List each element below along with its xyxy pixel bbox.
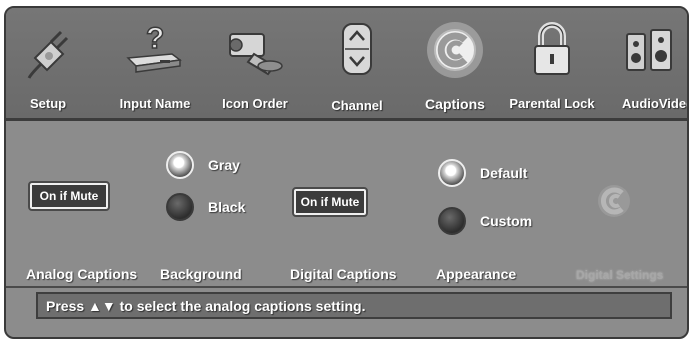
menu-item-captions[interactable]: Captions [410, 16, 500, 116]
digital-captions-button[interactable]: On if Mute [292, 187, 368, 217]
appearance-option-default[interactable]: Default [438, 159, 527, 187]
background-label: Background [160, 266, 242, 282]
speaker-icon [621, 20, 677, 85]
digital-settings-icon [594, 181, 634, 226]
lock-icon [527, 20, 577, 85]
digital-captions-label: Digital Captions [290, 266, 397, 282]
appearance-label: Appearance [436, 266, 517, 282]
menu-label-captions: Captions [425, 96, 485, 112]
status-text: Press ▲▼ to select the analog captions s… [46, 297, 366, 314]
menu-label-input-name: Input Name [119, 96, 191, 111]
radio-selected-icon [438, 159, 466, 187]
background-option-black-label: Black [208, 199, 246, 215]
radio-unselected-icon [166, 193, 194, 221]
appearance-option-custom-label: Custom [480, 213, 533, 229]
divider [6, 286, 687, 288]
menu-item-parental-lock[interactable]: Parental Lock [507, 16, 597, 116]
menu-item-channel[interactable]: Channel [312, 16, 402, 116]
status-help-bar: Press ▲▼ to select the analog captions s… [36, 292, 672, 319]
camcorder-icon [222, 20, 288, 85]
background-option-black[interactable]: Black [166, 193, 245, 221]
menu-label-channel: Channel [331, 98, 383, 113]
radio-selected-icon [166, 151, 194, 179]
captions-menu-window: Setup ? Input Name Icon Order Channel Ca… [4, 6, 689, 339]
menu-label-setup: Setup [30, 96, 67, 111]
menu-label-icon-order: Icon Order [222, 96, 288, 111]
captions-settings-panel: On if Mute Gray Black On if Mute Default… [6, 121, 687, 287]
menu-label-audiovideo: AudioVideo [622, 96, 689, 111]
svg-text:?: ? [146, 22, 164, 55]
appearance-option-custom[interactable]: Custom [438, 207, 532, 235]
menu-item-audiovideo[interactable]: AudioVideo [604, 16, 689, 116]
appearance-option-default-label: Default [480, 165, 528, 181]
captions-icon [423, 20, 487, 89]
input-question-icon: ? [122, 20, 188, 85]
digital-settings-label[interactable]: Digital Settings [576, 268, 663, 282]
menu-label-parental-lock: Parental Lock [509, 96, 595, 111]
plug-icon [21, 20, 81, 85]
channel-updown-icon [337, 20, 377, 85]
analog-captions-label: Analog Captions [26, 266, 138, 282]
menu-item-icon-order[interactable]: Icon Order [210, 16, 300, 116]
menu-item-input-name[interactable]: ? Input Name [110, 16, 200, 116]
analog-captions-button[interactable]: On if Mute [28, 181, 110, 211]
menu-item-setup[interactable]: Setup [6, 16, 96, 116]
background-option-gray-label: Gray [208, 157, 240, 173]
top-menu-bar: Setup ? Input Name Icon Order Channel Ca… [6, 8, 687, 121]
radio-unselected-icon [438, 207, 466, 235]
background-option-gray[interactable]: Gray [166, 151, 240, 179]
